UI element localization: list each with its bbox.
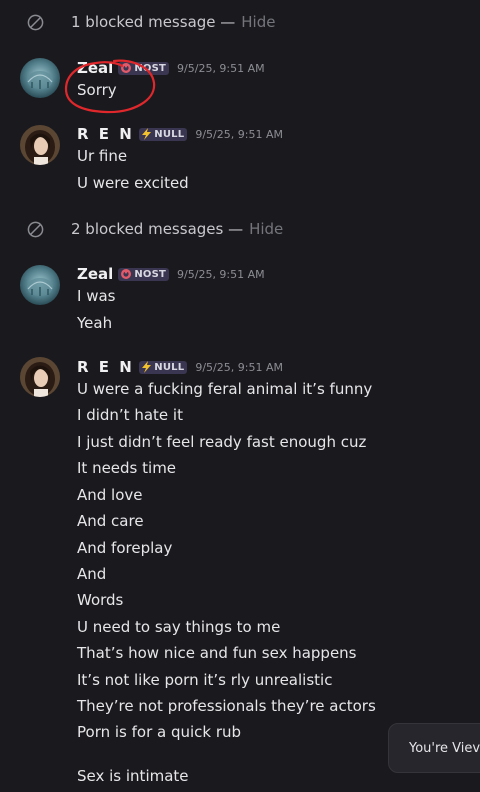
message-text: U were a fucking feral animal it’s funny bbox=[77, 380, 373, 398]
user-tag[interactable]: NOST bbox=[118, 267, 170, 281]
user-tag-label: NOST bbox=[134, 62, 167, 74]
username[interactable]: R E N bbox=[77, 125, 134, 143]
username[interactable]: Zeal bbox=[77, 59, 113, 77]
username[interactable]: Zeal bbox=[77, 265, 113, 283]
message-text: It’s not like porn it’s rly unrealistic bbox=[77, 671, 333, 689]
message-text: And bbox=[77, 565, 107, 583]
user-tag-label: NOST bbox=[134, 268, 167, 280]
user-tag[interactable]: NULL bbox=[139, 127, 188, 141]
message-header: R E N NULL 9/5/25, 9:51 AM bbox=[77, 357, 283, 377]
user-tag-label: NULL bbox=[154, 361, 185, 373]
blocked-notice: 2 blocked messages — Hide bbox=[27, 217, 283, 241]
message-text: That’s how nice and fun sex happens bbox=[77, 644, 357, 662]
avatar[interactable] bbox=[20, 265, 60, 305]
message-text: U were excited bbox=[77, 174, 189, 192]
message-text: I didn’t hate it bbox=[77, 406, 183, 424]
message-text: Words bbox=[77, 591, 124, 609]
user-tag[interactable]: NOST bbox=[118, 61, 170, 75]
user-tag-label: NULL bbox=[154, 128, 185, 140]
avatar-zeal-image bbox=[20, 265, 60, 305]
message-header: Zeal NOST 9/5/25, 9:51 AM bbox=[77, 264, 265, 284]
timestamp: 9/5/25, 9:51 AM bbox=[177, 61, 265, 75]
avatar-ren-image bbox=[20, 125, 60, 165]
blocked-notice-text: 2 blocked messages — bbox=[71, 220, 244, 238]
blocked-notice-text: 1 blocked message — bbox=[71, 13, 236, 31]
username[interactable]: R E N bbox=[77, 358, 134, 376]
nost-tag-icon bbox=[121, 269, 132, 279]
message-text: Ur fine bbox=[77, 147, 128, 165]
timestamp: 9/5/25, 9:51 AM bbox=[195, 360, 283, 374]
message-text: Sorry bbox=[77, 81, 117, 99]
hide-blocked-link[interactable]: Hide bbox=[249, 220, 283, 238]
message-text: I just didn’t feel ready fast enough cuz bbox=[77, 433, 367, 451]
user-tag[interactable]: NULL bbox=[139, 360, 188, 374]
nost-tag-icon bbox=[121, 63, 132, 73]
avatar-ren-image bbox=[20, 357, 60, 397]
hide-blocked-link[interactable]: Hide bbox=[241, 13, 275, 31]
blocked-icon bbox=[27, 221, 44, 237]
message-text: It needs time bbox=[77, 459, 177, 477]
timestamp: 9/5/25, 9:51 AM bbox=[177, 267, 265, 281]
message-header: Zeal NOST 9/5/25, 9:51 AM bbox=[77, 58, 265, 78]
message-text: They’re not professionals they’re actors bbox=[77, 697, 376, 715]
message-text: And care bbox=[77, 512, 144, 530]
timestamp: 9/5/25, 9:51 AM bbox=[195, 127, 283, 141]
lightning-icon bbox=[142, 128, 152, 140]
blocked-icon bbox=[27, 14, 44, 30]
message-header: R E N NULL 9/5/25, 9:51 AM bbox=[77, 124, 283, 144]
avatar-zeal-image bbox=[20, 58, 60, 98]
message-text: And foreplay bbox=[77, 539, 173, 557]
message-text: Porn is for a quick rub bbox=[77, 723, 242, 741]
banner-text: You're Viev bbox=[409, 740, 480, 756]
message-text: Sex is intimate bbox=[77, 767, 189, 785]
avatar[interactable] bbox=[20, 58, 60, 98]
message-text: U need to say things to me bbox=[77, 618, 281, 636]
message-text: I was bbox=[77, 287, 116, 305]
message-text: Yeah bbox=[77, 314, 113, 332]
message-text: And love bbox=[77, 486, 143, 504]
avatar[interactable] bbox=[20, 357, 60, 397]
chat-view: 1 blocked message — Hide Zeal NOST 9/5/2… bbox=[0, 0, 480, 792]
viewing-older-messages-banner[interactable]: You're Viev bbox=[388, 723, 480, 773]
avatar[interactable] bbox=[20, 125, 60, 165]
blocked-notice: 1 blocked message — Hide bbox=[27, 10, 275, 34]
lightning-icon bbox=[142, 361, 152, 373]
